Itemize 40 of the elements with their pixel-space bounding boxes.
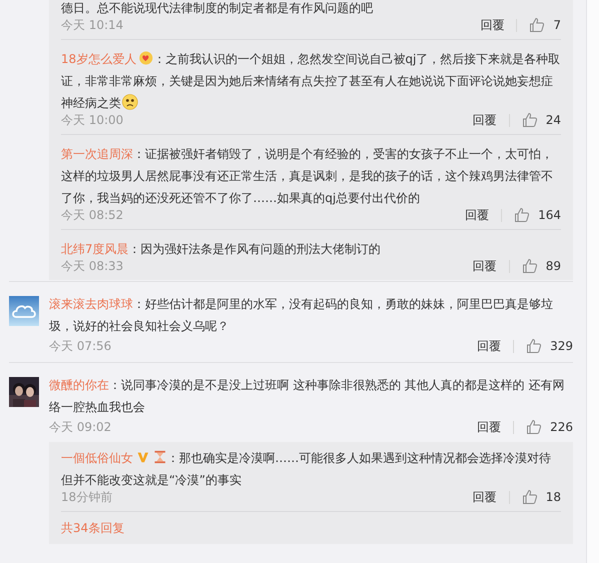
thumbs-up-icon[interactable] bbox=[526, 419, 542, 435]
reply-link[interactable]: 回覆 bbox=[472, 112, 497, 128]
thumbs-up-icon[interactable] bbox=[526, 338, 542, 354]
timestamp: 今天 08:52 bbox=[61, 206, 124, 224]
reply-link[interactable]: 回覆 bbox=[480, 16, 504, 34]
comment-text: 微醺的你在：说同事冷漠的是不是没上过班啊 这种事除非很熟悉的 其他人真的都是这样的 还有网络一腔热血我也会 bbox=[49, 377, 566, 416]
cloud-avatar-icon[interactable] bbox=[9, 296, 39, 326]
timestamp: 今天 07:56 bbox=[49, 338, 112, 354]
like-count: 164 bbox=[538, 208, 561, 222]
timestamp: 今天 09:02 bbox=[49, 418, 112, 436]
comment-text: 滚来滚去肉球球：好些估计都是阿里的水军，没有起码的良知，勇敢的妹妹，阿里巴巴真是够垃圾，说好的社会良知社会义乌呢？ bbox=[49, 296, 554, 335]
like-count: 329 bbox=[550, 339, 573, 353]
hourglass-icon bbox=[153, 450, 167, 464]
reply-text: 第一次追周深：证据被强奸者销毁了，说明是个有经验的，受害的女孩子不止一个，太可怕，这样的垃圾男人居然屁事没有还正常生活，真是讽刺，是我的孩子的话，这个辣鸡男法律管不了你，我当妈的还没死还管不了你了……如果真的qj总要付出代价的 bbox=[61, 146, 554, 207]
reply-link[interactable]: 回覆 bbox=[477, 338, 502, 354]
like-count: 7 bbox=[553, 18, 561, 32]
reply-text: 一個低俗仙女 ：那也确实是冷漠啊……可能很多人如果遇到这种情况都会选择冷漠对待但并不能改变这就是“冷漠”的事实 bbox=[61, 449, 552, 489]
reply-link[interactable]: 回覆 bbox=[477, 418, 502, 436]
like-count: 226 bbox=[550, 420, 573, 434]
like-count: 18 bbox=[546, 490, 561, 504]
timestamp: 今天 08:33 bbox=[61, 258, 124, 274]
reply-text: 德日。总不能说现代法律制度的制定者都是有作风问题的吧 bbox=[61, 0, 374, 17]
timestamp: 今天 10:00 bbox=[61, 112, 124, 128]
reply-link[interactable]: 回覆 bbox=[472, 488, 497, 506]
reply-link[interactable]: 回覆 bbox=[465, 206, 490, 224]
thumbs-up-icon[interactable] bbox=[514, 207, 530, 223]
like-count: 24 bbox=[546, 113, 561, 127]
timestamp: 18分钟前 bbox=[61, 488, 112, 506]
sad-face-icon bbox=[122, 94, 138, 110]
thumbs-up-icon[interactable] bbox=[522, 489, 538, 505]
reply-link[interactable]: 回覆 bbox=[472, 258, 497, 274]
thumbs-up-icon[interactable] bbox=[522, 112, 538, 128]
thumbs-up-icon[interactable] bbox=[529, 17, 546, 33]
v-badge-icon bbox=[136, 450, 150, 464]
heart-badge-icon bbox=[139, 51, 154, 65]
like-count: 89 bbox=[546, 259, 561, 273]
reply-text: 北纬7度风晨：因为强奸法条是作风有问题的刑法大佬制订的 bbox=[61, 241, 382, 258]
thumbs-up-icon[interactable] bbox=[522, 258, 538, 274]
timestamp: 今天 10:14 bbox=[61, 16, 124, 34]
reply-text: 18岁怎么爱人 ：之前我认识的一个姐姐，忽然发空间说自己被qj了，然后接下来就是各种取证，非常非常麻烦，关键是因为她后来情绪有点失控了甚至有人在她说说下面评论说她妄想症神经病之类 bbox=[61, 50, 561, 112]
